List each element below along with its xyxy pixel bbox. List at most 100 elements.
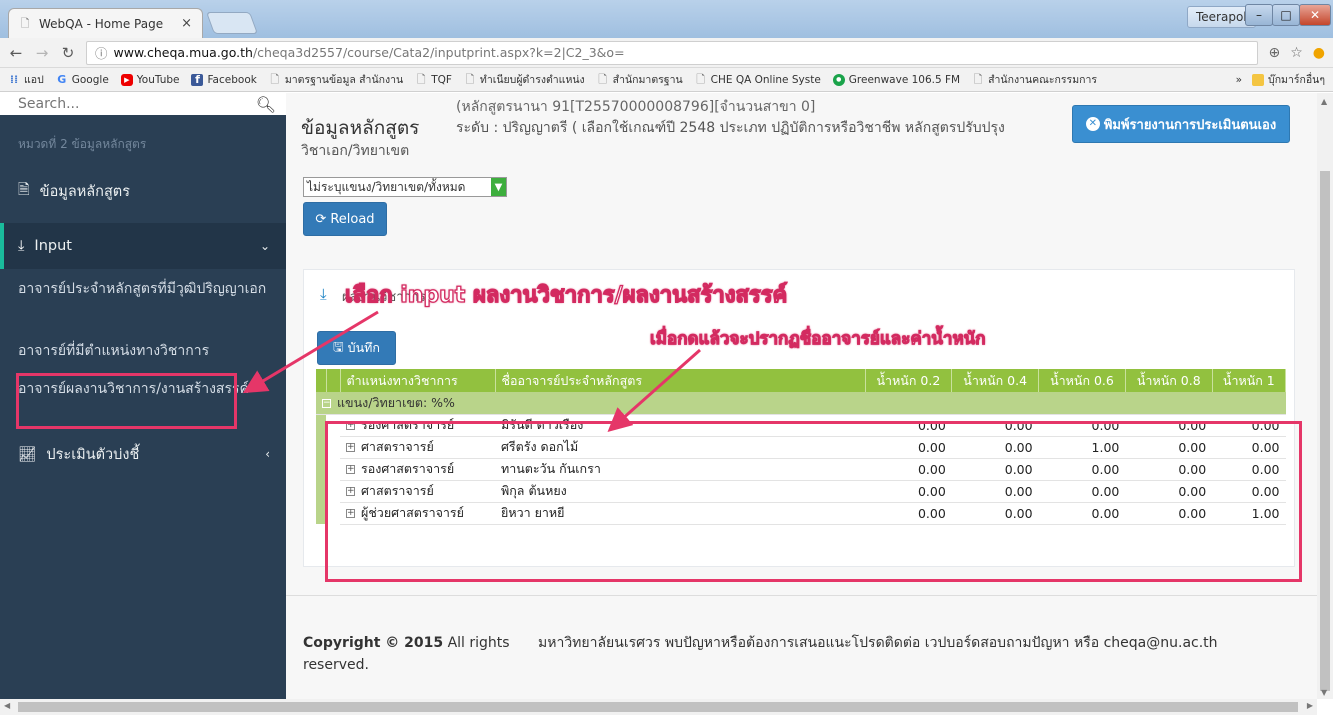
scroll-down-icon[interactable]: ▼: [1321, 688, 1327, 697]
bookmark-item[interactable]: 🗋 มาตรฐานข้อมูล สำนักงาน: [269, 71, 403, 88]
tab-title: WebQA - Home Page: [39, 16, 164, 31]
scroll-thumb[interactable]: [1320, 171, 1330, 691]
course-code: (หลักสูตรนานา 91[T25570000008796][จำนวนส…: [456, 99, 816, 115]
page-title: ข้อมูลหลักสูตร: [301, 117, 420, 139]
bookmark-google[interactable]: G Google: [56, 72, 109, 86]
zoom-icon[interactable]: ⊕: [1268, 45, 1280, 61]
page-icon: 🗋: [416, 72, 426, 86]
sidebar-subitem-phd[interactable]: อาจารย์ประจำหลักสูตรที่มีวุฒิปริญญาเอก: [18, 279, 268, 299]
scroll-up-icon[interactable]: ▲: [1321, 97, 1327, 106]
bookmark-item[interactable]: 🗋 ทำเนียบผู้ดำรงตำแหน่ง: [464, 71, 584, 88]
browser-titlebar: 🗋 WebQA - Home Page × Teerapol – □ ✕: [0, 0, 1333, 38]
download-icon: ⤓: [18, 238, 25, 254]
minimize-icon[interactable]: –: [1245, 4, 1273, 26]
sidebar-item-course-data[interactable]: 🗎 ข้อมูลหลักสูตร: [0, 171, 286, 211]
table-group-row[interactable]: − แขนง/วิทยาเขต: %%: [316, 392, 1286, 415]
collapse-icon[interactable]: −: [322, 398, 331, 408]
maximize-icon[interactable]: □: [1272, 4, 1300, 26]
apps-icon: ⁞⁞: [9, 72, 19, 86]
sidebar-item-assess[interactable]: 📈︎ ประเมินตัวบ่งชี้ ‹: [0, 439, 286, 469]
reload-icon[interactable]: ↻: [60, 44, 76, 62]
other-bookmarks-folder[interactable]: บุ๊กมาร์กอื่นๆ: [1252, 71, 1325, 88]
chevron-left-icon: ‹: [265, 447, 270, 461]
sidebar-item-input[interactable]: ⤓ Input ⌄: [0, 223, 286, 269]
youtube-icon: ▶: [120, 73, 133, 86]
url-input[interactable]: ⓘ www.cheqa.mua.go.th/cheqa3d2557/course…: [86, 40, 1259, 65]
close-window-icon[interactable]: ✕: [1299, 4, 1331, 26]
column-header[interactable]: น้ำหนัก 0.6: [1038, 369, 1126, 392]
save-button[interactable]: 🖫 บันทึก: [317, 331, 396, 365]
refresh-icon: ⟳: [315, 211, 327, 227]
page-footer: Copyright © 2015 All rights reserved. มห…: [286, 595, 1317, 699]
page-icon: 🗋: [465, 72, 475, 86]
sidebar-item-label: Input: [34, 238, 72, 254]
line-chart-icon: 📈︎: [18, 446, 37, 463]
reload-button[interactable]: ⟳ Reload: [303, 202, 387, 236]
sidebar-search: 🔍︎: [0, 93, 286, 115]
bookmark-star-icon[interactable]: ☆: [1290, 45, 1303, 61]
table-header-row: ตำแหน่งทางวิชาการ ชื่ออาจารย์ประจำหลักสู…: [316, 369, 1287, 392]
course-meta: ระดับ : ปริญญาตรี ( เลือกใช้เกณฑ์ปี 2548…: [456, 120, 1005, 136]
bookmark-item[interactable]: 🗋 สำนักมาตรฐาน: [597, 71, 682, 88]
url-path: /cheqa3d2557/course/Cata2/inputprint.asp…: [252, 45, 625, 60]
url-host: www.cheqa.mua.go.th: [113, 45, 253, 60]
greenwave-icon: ●: [832, 73, 845, 86]
bookmark-item[interactable]: 🗋 สำนักงานคณะกรรมการ: [972, 71, 1097, 88]
floppy-icon: 🖫: [333, 338, 344, 354]
contact-text: มหาวิทยาลัยนเรศวร พบปัญหาหรือต้องการเสนอ…: [538, 635, 1218, 651]
bookmark-greenwave[interactable]: ● Greenwave 106.5 FM: [832, 73, 960, 86]
column-header[interactable]: ชื่ออาจารย์ประจำหลักสูตร: [495, 369, 866, 392]
vertical-scrollbar[interactable]: ▲ ▼: [1317, 93, 1333, 699]
bookmark-item[interactable]: 🗋 TQF: [415, 72, 452, 86]
column-header[interactable]: น้ำหนัก 0.4: [951, 369, 1040, 392]
google-icon: G: [57, 72, 67, 86]
branch-select[interactable]: ไม่ระบุแขนง/วิทยาเขต/ทั้งหมด ▼: [303, 177, 507, 197]
new-tab-button[interactable]: [205, 12, 259, 34]
scroll-thumb[interactable]: [18, 702, 1298, 712]
page-viewport: 🔍︎ หมวดที่ 2 ข้อมูลหลักสูตร 🗎 ข้อมูลหลัก…: [0, 93, 1317, 699]
bookmarks-bar: ⁞⁞ แอป G Google ▶ YouTube f Facebook 🗋 มาตรฐา…: [0, 68, 1333, 92]
page-icon: 🗋: [598, 72, 608, 86]
search-input[interactable]: [18, 96, 256, 112]
bookmark-youtube[interactable]: ▶ YouTube: [120, 73, 179, 86]
forward-icon[interactable]: →: [34, 44, 50, 62]
sidebar-section-title: หมวดที่ 2 ข้อมูลหลักสูตร: [18, 137, 147, 151]
browser-tab[interactable]: 🗋 WebQA - Home Page ×: [8, 8, 203, 38]
back-icon[interactable]: ←: [8, 44, 24, 62]
warning-icon[interactable]: ●: [1313, 45, 1325, 61]
column-header[interactable]: น้ำหนัก 0.8: [1125, 369, 1213, 392]
bookmark-facebook[interactable]: f Facebook: [191, 73, 257, 86]
sidebar: 🔍︎ หมวดที่ 2 ข้อมูลหลักสูตร 🗎 ข้อมูลหลัก…: [0, 93, 286, 699]
horizontal-scrollbar[interactable]: ◀ ▶: [0, 699, 1317, 715]
info-icon[interactable]: ⓘ: [95, 43, 108, 62]
page-icon: 🗋: [270, 72, 280, 86]
sidebar-item-label: ข้อมูลหลักสูตร: [39, 183, 131, 200]
scroll-right-icon[interactable]: ▶: [1307, 701, 1313, 710]
annotation-result-box: [325, 421, 1302, 582]
close-tab-icon[interactable]: ×: [181, 16, 192, 31]
column-header[interactable]: น้ำหนัก 1: [1212, 369, 1287, 392]
annotation-select-input: เลือก input ผลงานวิชาการ/ผลงานสร้างสรรค์: [344, 282, 788, 308]
copyright-text: Copyright © 2015 All rights reserved.: [303, 635, 510, 673]
bookmark-apps[interactable]: ⁞⁞ แอป: [8, 71, 44, 88]
annotation-after-click: เมื่อกดแล้วจะปรากฏชื่ออาจารย์และค่าน้ำหน…: [650, 329, 987, 350]
sidebar-item-label: ประเมินตัวบ่งชี้: [46, 446, 140, 463]
column-header[interactable]: น้ำหนัก 0.2: [865, 369, 953, 392]
search-icon[interactable]: 🔍︎: [256, 95, 276, 114]
main-content: (หลักสูตรนานา 91[T25570000008796][จำนวนส…: [286, 93, 1317, 699]
chevron-down-icon: ⌄: [259, 239, 270, 253]
page-icon: 🗋: [973, 72, 983, 86]
bookmark-item[interactable]: 🗋 CHE QA Online Syste: [695, 73, 821, 86]
close-circle-icon: ✕: [1085, 117, 1100, 131]
folder-icon: [1252, 73, 1265, 86]
page-icon: 🗋: [20, 16, 30, 30]
sidebar-subitem-academic-position[interactable]: อาจารย์ที่มีตำแหน่งทางวิชาการ: [18, 341, 268, 361]
column-header[interactable]: ตำแหน่งทางวิชาการ: [340, 369, 496, 392]
chevron-down-icon: ▼: [491, 178, 506, 196]
print-report-button[interactable]: ✕ พิมพ์รายงานการประเมินตนเอง: [1072, 105, 1290, 143]
major-label: วิชาเอก/วิทยาเขต: [301, 143, 410, 159]
download-icon: ⤓: [320, 285, 327, 303]
facebook-icon: f: [191, 73, 204, 86]
more-bookmarks-button[interactable]: »: [1236, 74, 1242, 86]
scroll-left-icon[interactable]: ◀: [4, 701, 10, 710]
